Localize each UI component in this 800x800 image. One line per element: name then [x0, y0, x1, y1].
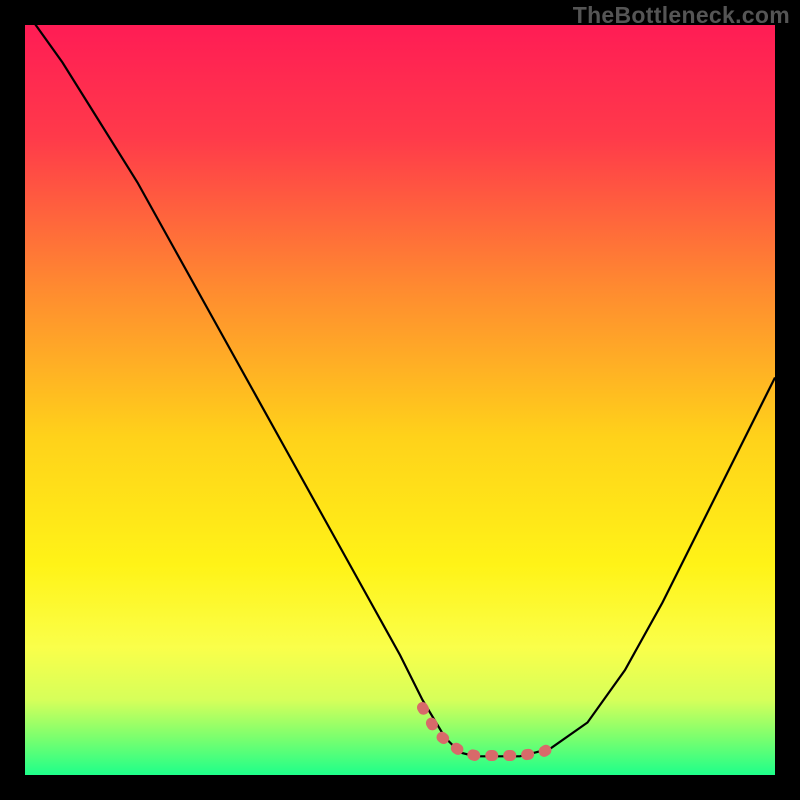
- chart-svg: [25, 25, 775, 775]
- gradient-background: [25, 25, 775, 775]
- watermark-text: TheBottleneck.com: [573, 2, 790, 29]
- plot-area: [25, 25, 775, 775]
- chart-container: TheBottleneck.com: [0, 0, 800, 800]
